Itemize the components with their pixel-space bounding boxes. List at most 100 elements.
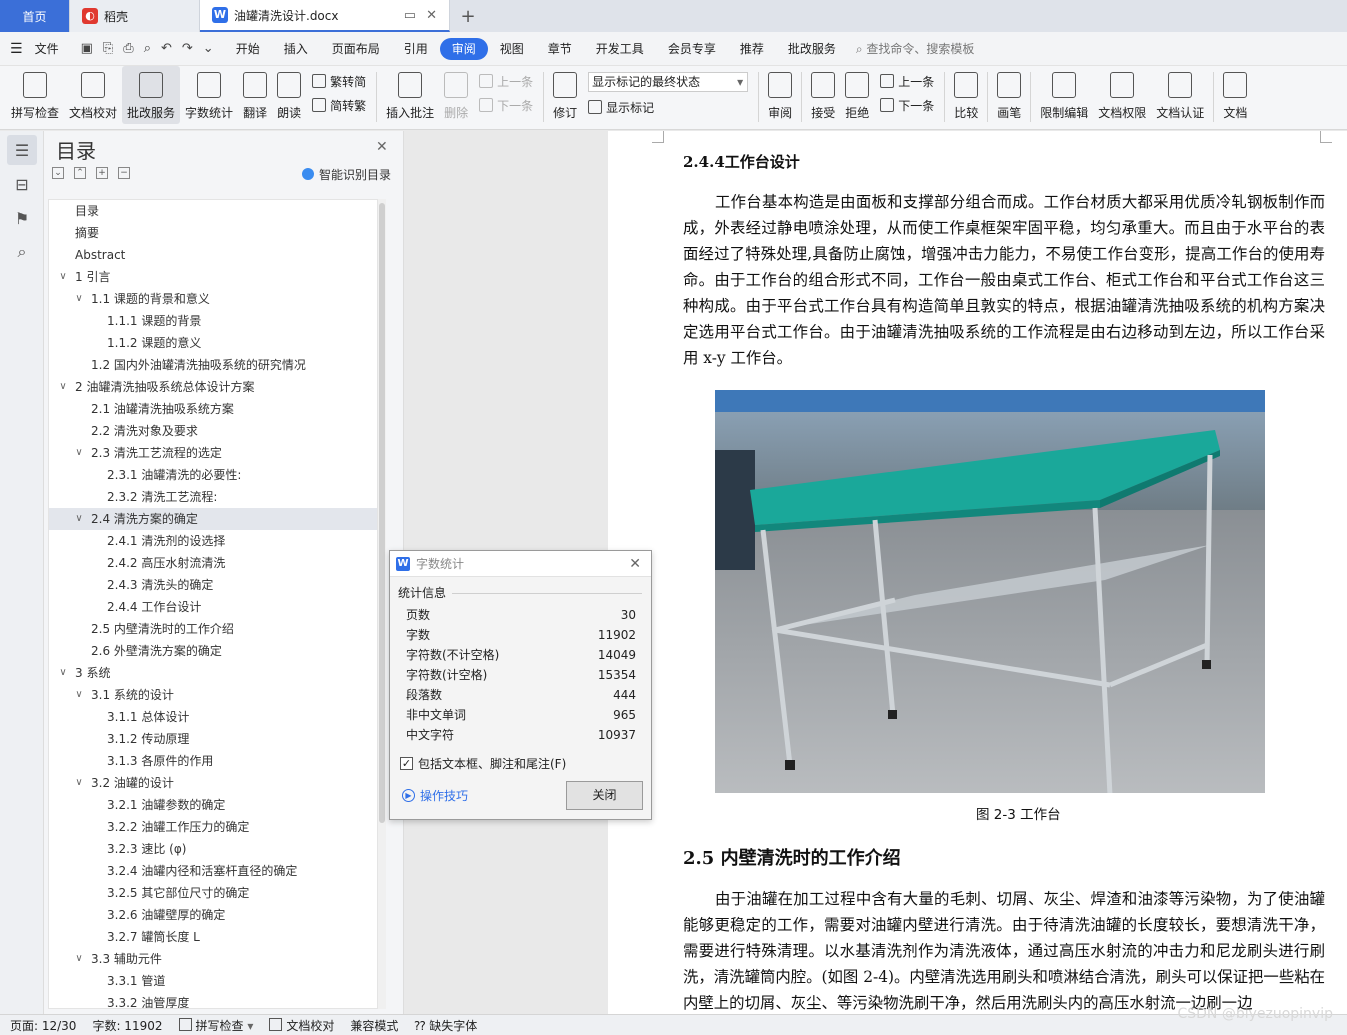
redo-icon[interactable]: ↷: [182, 41, 193, 56]
toc-item[interactable]: 3.2.6 油罐壁厚的确定: [49, 904, 377, 926]
toc-item[interactable]: 2.3.2 清洗工艺流程:: [49, 486, 377, 508]
menu-developer[interactable]: 开发工具: [584, 38, 656, 60]
bookmark-icon[interactable]: ⚑: [7, 203, 37, 233]
undo-icon[interactable]: ↶: [161, 41, 172, 56]
next-change-button[interactable]: 下一条: [880, 96, 934, 114]
toc-item[interactable]: ∨ 1 引言: [49, 266, 377, 288]
word-count-indicator[interactable]: 字数: 11902: [92, 1017, 162, 1034]
next-comment-button[interactable]: 下一条: [479, 96, 533, 114]
toc-item[interactable]: ∨ 3 系统: [49, 662, 377, 684]
toc-item[interactable]: 3.3.2 油管厚度: [49, 992, 377, 1008]
toc-item[interactable]: 2.1 油罐清洗抽吸系统方案: [49, 398, 377, 420]
command-search[interactable]: ⌕ 查找命令、搜索模板: [856, 40, 975, 57]
toc-item[interactable]: 2.2 清洗对象及要求: [49, 420, 377, 442]
menu-insert[interactable]: 插入: [272, 38, 320, 60]
export-icon[interactable]: ⎘: [103, 41, 113, 56]
expand-all-icon[interactable]: ⌃: [74, 167, 86, 179]
toc-item[interactable]: ∨ 2.3 清洗工艺流程的选定: [49, 442, 377, 464]
page-indicator[interactable]: 页面: 12/30: [10, 1017, 76, 1034]
toc-item[interactable]: 目录: [49, 200, 377, 222]
close-icon[interactable]: ✕: [629, 556, 641, 572]
doc-cert-button[interactable]: 文档认证: [1151, 66, 1209, 124]
doc-more-button[interactable]: 文档: [1218, 66, 1252, 124]
toc-item[interactable]: 3.2.5 其它部位尺寸的确定: [49, 882, 377, 904]
reject-button[interactable]: 拒绝: [840, 66, 874, 124]
chevron-down-icon[interactable]: ∨: [57, 266, 69, 288]
chevron-down-icon[interactable]: ∨: [57, 376, 69, 398]
toc-scroll-thumb[interactable]: [379, 203, 385, 823]
chevron-down-icon[interactable]: ∨: [73, 288, 85, 310]
toc-item[interactable]: 1.1.2 课题的意义: [49, 332, 377, 354]
doc-rights-button[interactable]: 文档权限: [1093, 66, 1151, 124]
compare-button[interactable]: 比较: [949, 66, 983, 124]
toc-nav-icon[interactable]: ☰: [7, 135, 37, 165]
status-spellcheck[interactable]: 拼写检查: [179, 1017, 254, 1034]
smart-toc-button[interactable]: 智能识别目录: [302, 166, 391, 183]
remove-heading-icon[interactable]: −: [118, 167, 130, 179]
toc-item[interactable]: Abstract: [49, 244, 377, 266]
toc-scrollbar[interactable]: [378, 199, 386, 1009]
toc-item[interactable]: 3.2.4 油罐内径和活塞杆直径的确定: [49, 860, 377, 882]
show-markup-button[interactable]: 显示标记: [588, 98, 748, 116]
new-tab-button[interactable]: +: [450, 0, 486, 32]
toc-item[interactable]: ∨ 3.3 辅助元件: [49, 948, 377, 970]
chevron-down-icon[interactable]: ∨: [73, 948, 85, 970]
menu-recommend[interactable]: 推荐: [728, 38, 776, 60]
restrict-edit-button[interactable]: 限制编辑: [1035, 66, 1093, 124]
chevron-down-icon[interactable]: ∨: [57, 662, 69, 684]
menu-references[interactable]: 引用: [392, 38, 440, 60]
search-nav-icon[interactable]: ⌕: [7, 237, 37, 267]
toc-item[interactable]: 2.4.2 高压水射流清洗: [49, 552, 377, 574]
menu-file[interactable]: 文件: [23, 38, 71, 60]
status-doccheck[interactable]: 文档校对: [269, 1017, 334, 1034]
word-count-button[interactable]: 字数统计: [180, 66, 238, 124]
tab-pin-icon[interactable]: ▭: [404, 8, 416, 23]
toc-item[interactable]: 2.6 外壁清洗方案的确定: [49, 640, 377, 662]
accept-button[interactable]: 接受: [806, 66, 840, 124]
toc-item[interactable]: ∨ 2.4 清洗方案的确定: [49, 508, 377, 530]
toc-item[interactable]: 3.1.2 传动原理: [49, 728, 377, 750]
print-icon[interactable]: ⎙: [123, 41, 133, 56]
close-icon[interactable]: ✕: [376, 139, 388, 155]
toc-item[interactable]: ∨ 3.1 系统的设计: [49, 684, 377, 706]
toc-item[interactable]: 3.1.1 总体设计: [49, 706, 377, 728]
toc-item[interactable]: 2.4.4 工作台设计: [49, 596, 377, 618]
toc-item[interactable]: 3.2.1 油罐参数的确定: [49, 794, 377, 816]
tab-close-icon[interactable]: ✕: [426, 8, 437, 23]
toc-item[interactable]: 摘要: [49, 222, 377, 244]
menu-view[interactable]: 视图: [488, 38, 536, 60]
include-textbox-checkbox[interactable]: ✓ 包括文本框、脚注和尾注(F): [400, 755, 566, 772]
toc-item[interactable]: 1.2 国内外油罐清洗抽吸系统的研究情况: [49, 354, 377, 376]
chevron-down-icon[interactable]: ∨: [73, 772, 85, 794]
toc-item[interactable]: ∨ 3.2 油罐的设计: [49, 772, 377, 794]
menu-member[interactable]: 会员专享: [656, 38, 728, 60]
spellcheck-button[interactable]: 拼写检查: [6, 66, 64, 124]
add-heading-icon[interactable]: +: [96, 167, 108, 179]
missing-font-indicator[interactable]: ⁇ 缺失字体: [414, 1017, 477, 1034]
toc-item[interactable]: 2.3.1 油罐清洗的必要性:: [49, 464, 377, 486]
simp-to-trad-button[interactable]: 简转繁: [312, 96, 366, 114]
chapter-nav-icon[interactable]: ⊟: [7, 169, 37, 199]
prev-change-button[interactable]: 上一条: [880, 72, 934, 90]
preview-icon[interactable]: ⌕: [144, 41, 151, 56]
menu-start[interactable]: 开始: [224, 38, 272, 60]
trad-to-simp-button[interactable]: 繁转简: [312, 72, 366, 90]
chevron-down-icon[interactable]: ∨: [73, 508, 85, 530]
toc-item[interactable]: 3.3.1 管道: [49, 970, 377, 992]
collapse-all-icon[interactable]: ⌄: [52, 167, 64, 179]
pen-button[interactable]: 画笔: [992, 66, 1026, 124]
markup-select[interactable]: 显示标记的最终状态: [588, 72, 749, 92]
menu-correction[interactable]: 批改服务: [776, 38, 848, 60]
read-aloud-button[interactable]: 朗读: [272, 66, 306, 124]
toc-item[interactable]: 3.2.3 速比 (φ): [49, 838, 377, 860]
toc-item[interactable]: 1.1.1 课题的背景: [49, 310, 377, 332]
more-chevron-icon[interactable]: ⌄: [203, 41, 214, 56]
toc-item[interactable]: 3.2.7 罐筒长度 L: [49, 926, 377, 948]
prev-comment-button[interactable]: 上一条: [479, 72, 533, 90]
track-changes-button[interactable]: 修订: [548, 66, 582, 124]
dialog-titlebar[interactable]: W 字数统计 ✕: [390, 551, 651, 577]
save-icon[interactable]: ▣: [81, 41, 93, 56]
toc-item[interactable]: ∨ 1.1 课题的背景和意义: [49, 288, 377, 310]
doc-check-button[interactable]: 文档校对: [64, 66, 122, 124]
tab-document[interactable]: W 油罐清洗设计.docx ▭ ✕: [200, 0, 450, 32]
